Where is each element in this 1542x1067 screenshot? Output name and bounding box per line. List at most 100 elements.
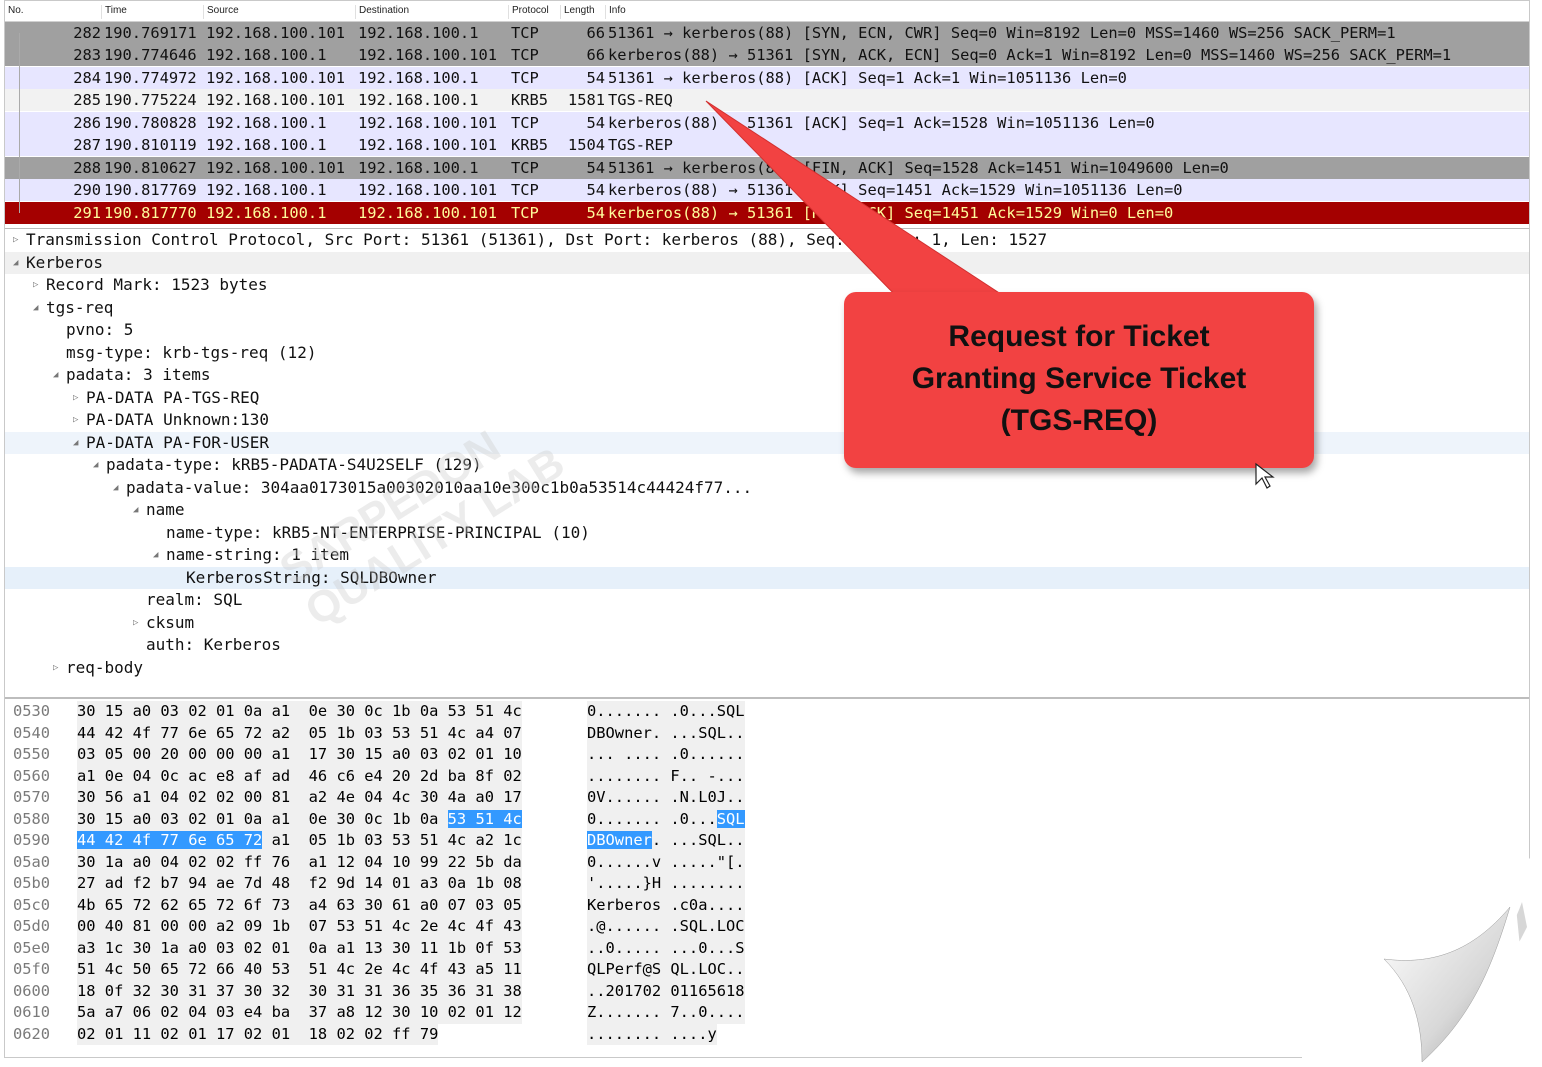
bytes-ascii[interactable]: 0....... .0...SQL [587,808,745,830]
selected-bytes: 53 51 4c [447,809,522,828]
bytes-ascii[interactable]: Kerberos .c0a.... [587,894,745,916]
bytes-ascii[interactable]: 0V...... .N.L0J.. [587,787,745,809]
expand-toggle-icon[interactable]: ◢ [93,454,98,476]
packet-row-290[interactable]: 290 190.817769 192.168.100.1 192.168.100.10… [5,179,1529,201]
expand-toggle-icon[interactable]: ▷ [73,409,78,431]
packet-cell-src: 192.168.100.101 [206,159,345,177]
expand-toggle-icon[interactable]: ◢ [153,544,158,566]
bytes-text: .@...... .SQL.LOC [587,917,745,935]
packet-cell-src: 192.168.100.1 [206,114,327,132]
expand-toggle-icon[interactable]: ▷ [13,229,18,251]
bytes-hex[interactable]: 4b 65 72 62 65 72 6f 73 a4 63 30 61 a0 0… [77,894,522,916]
bytes-ascii[interactable]: ........ ....y [587,1023,717,1045]
detail-row[interactable]: KerberosString: SQLDBOwner [5,566,1529,589]
packet-cell-info: 51361 → kerberos(88) [ACK] Seq=1 Ack=1 W… [608,69,1127,87]
bytes-hex[interactable]: 30 56 a1 04 02 02 00 81 a2 4e 04 4c 30 4… [77,787,522,809]
bytes-hex[interactable]: 44 42 4f 77 6e 65 72 a1 05 1b 03 53 51 4… [77,830,522,852]
bytes-hex[interactable]: 51 4c 50 65 72 66 40 53 51 4c 2e 4c 4f 4… [77,959,522,981]
packet-cell-proto: TCP [511,69,539,87]
detail-row[interactable]: ▷ req-body [5,656,1529,679]
expand-toggle-icon[interactable]: ▷ [33,274,38,296]
bytes-hex[interactable]: 27 ad f2 b7 94 ae 7d 48 f2 9d 14 01 a3 0… [77,873,522,895]
column-time[interactable]: Time [101,5,127,19]
packet-cell-proto: KRB5 [511,136,549,154]
expand-toggle-icon[interactable]: ◢ [113,477,118,499]
expand-toggle-icon[interactable]: ◢ [53,364,58,386]
column-info[interactable]: Info [605,5,626,19]
bytes-ascii[interactable]: ..201702 01165618 [587,980,745,1002]
packet-cell-proto: TCP [511,159,539,177]
bytes-hex[interactable]: 5a a7 06 02 04 03 e4 ba 37 a8 12 30 10 0… [77,1002,522,1024]
packet-list[interactable]: No. Time Source Destination Protocol Len… [5,1,1529,225]
bytes-hex[interactable]: 03 05 00 20 00 00 00 a1 17 30 15 a0 03 0… [77,744,522,766]
bytes-ascii[interactable]: DBOwner. ...SQL.. [587,722,745,744]
bytes-hex[interactable]: 18 0f 32 30 31 37 30 32 30 31 31 36 35 3… [77,980,522,1002]
detail-row[interactable]: name-type: kRB5-NT-ENTERPRISE-PRINCIPAL … [5,521,1529,544]
packet-cell-info: 51361 → kerberos(88) [FIN, ACK] Seq=1528… [608,159,1229,177]
packet-row-287[interactable]: 287 190.810119 192.168.100.1 192.168.100.10… [5,134,1529,156]
packet-cell-proto: TCP [511,114,539,132]
packet-cell-info: TGS-REQ [608,91,673,109]
expand-toggle-icon[interactable]: ◢ [73,432,78,454]
bytes-offset: 0610 [13,1003,51,1021]
bytes-hex[interactable]: a1 0e 04 0c ac e8 af ad 46 c6 e4 20 2d b… [77,765,522,787]
bytes-offset: 0550 [13,745,51,763]
bytes-ascii[interactable]: Z....... 7..0.... [587,1002,745,1024]
bytes-row: 05e0 a3 1c 30 1a a0 03 02 01 0a a1 13 30 … [5,937,1005,959]
expand-toggle-icon[interactable]: ◢ [133,499,138,521]
bytes-ascii[interactable]: QLPerf@S QL.LOC.. [587,959,745,981]
bytes-ascii[interactable]: .@...... .SQL.LOC [587,916,745,938]
expand-toggle-icon[interactable]: ◢ [13,252,18,274]
bytes-ascii[interactable]: '.....}H ........ [587,873,745,895]
page-curl-decoration [1302,847,1542,1067]
bytes-hex[interactable]: 02 01 11 02 01 17 02 01 18 02 02 ff 79 [77,1023,439,1045]
detail-row[interactable]: ▷ Transmission Control Protocol, Src Port… [5,229,1529,251]
packet-row-286[interactable]: 286 190.780828 192.168.100.1 192.168.100.10… [5,112,1529,134]
packet-row-288[interactable]: 288 190.810627 192.168.100.101 192.168.100.… [5,157,1529,179]
packet-row-284[interactable]: 284 190.774972 192.168.100.101 192.168.100.… [5,67,1529,89]
packet-cell-len: 54 [586,114,605,132]
bytes-hex[interactable]: 30 15 a0 03 02 01 0a a1 0e 30 0c 1b 0a 5… [77,701,522,723]
bytes-ascii[interactable]: ... .... .0...... [587,744,745,766]
bytes-ascii[interactable]: 0......v ....."[. [587,851,745,873]
bytes-ascii[interactable]: ........ F.. -... [587,765,745,787]
bytes-text: ........ F.. -... [587,766,745,785]
bytes-hex[interactable]: 30 1a a0 04 02 02 ff 76 a1 12 04 10 99 2… [77,851,522,873]
bytes-ascii[interactable]: DBOwner. ...SQL.. [587,830,745,852]
bytes-hex[interactable]: a3 1c 30 1a a0 03 02 01 0a a1 13 30 11 1… [77,937,522,959]
packet-row-283[interactable]: 283 190.774646 192.168.100.1 192.168.100.10… [5,44,1529,66]
bytes-offset: 0560 [13,766,51,785]
packet-cell-len: 66 [586,46,605,64]
expand-toggle-icon[interactable]: ▷ [133,612,138,634]
packet-bytes-pane[interactable]: 0530 30 15 a0 03 02 01 0a a1 0e 30 0c 1b … [5,697,1529,1057]
detail-row[interactable]: ◢ name [5,499,1529,521]
packet-cell-time: 190.780828 [104,114,197,132]
packet-row-282[interactable]: 282 190.769171 192.168.100.101 192.168.100.… [5,22,1529,44]
selected-bytes: 44 42 4f 77 6e 65 72 [77,831,263,849]
packet-cell-no: 283 [73,46,101,64]
column-no[interactable]: No. [5,5,24,19]
detail-row[interactable]: ◢ name-string: 1 item [5,544,1529,566]
selected-bytes: DBOwner [587,831,652,849]
column-destination[interactable]: Destination [355,5,409,19]
bytes-hex[interactable]: 44 42 4f 77 6e 65 72 a2 05 1b 03 53 51 4… [77,722,522,744]
column-length[interactable]: Length [560,5,595,19]
bytes-offset: 0540 [13,723,51,742]
packet-row-291[interactable]: 291 190.817770 192.168.100.1 192.168.100.10… [5,202,1529,224]
detail-row[interactable]: ▷ cksum [5,611,1529,634]
detail-row[interactable]: ◢ Kerberos [5,251,1529,274]
bytes-ascii[interactable]: ..0..... ...0...S [587,937,745,959]
detail-row[interactable]: realm: SQL [5,589,1529,611]
column-source[interactable]: Source [203,5,239,19]
bytes-hex[interactable]: 30 15 a0 03 02 01 0a a1 0e 30 0c 1b 0a 5… [77,808,522,830]
detail-row[interactable]: ◢ padata-value: 304aa0173015a00302010aa10… [5,476,1529,499]
callout-box: Request for Ticket Granting Service Tick… [844,292,1314,468]
detail-row[interactable]: auth: Kerberos [5,634,1529,656]
bytes-hex[interactable]: 00 40 81 00 00 a2 09 1b 07 53 51 4c 2e 4… [77,916,522,938]
expand-toggle-icon[interactable]: ◢ [33,297,38,319]
bytes-ascii[interactable]: 0....... .0...SQL [587,701,745,723]
expand-toggle-icon[interactable]: ▷ [73,387,78,409]
packet-row-285[interactable]: 285 190.775224 192.168.100.101 192.168.100.… [5,89,1529,111]
column-protocol[interactable]: Protocol [508,5,549,19]
expand-toggle-icon[interactable]: ▷ [53,657,58,679]
